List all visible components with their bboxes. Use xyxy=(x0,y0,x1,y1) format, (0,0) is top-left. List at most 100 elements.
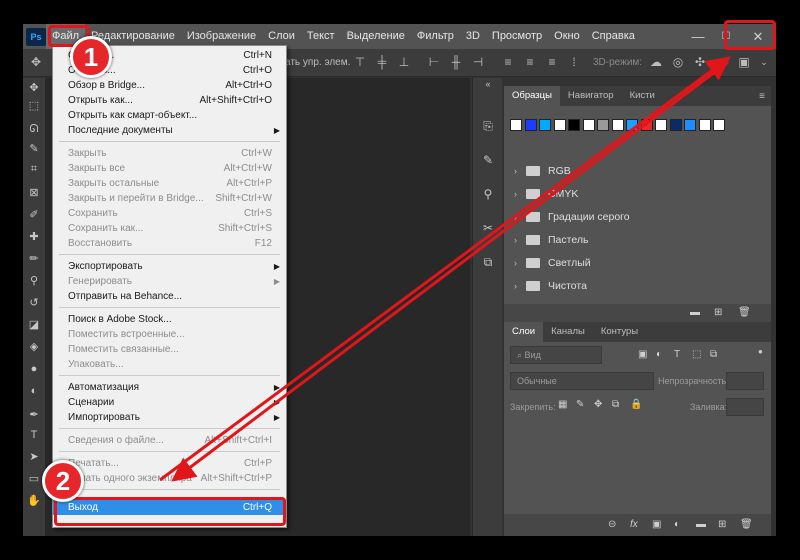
swatch-group-light[interactable]: › Светлый xyxy=(514,254,591,272)
opacity-field[interactable] xyxy=(726,372,764,390)
move-tool-icon[interactable]: ✥ xyxy=(29,55,43,69)
new-group-icon[interactable]: ▬ xyxy=(696,519,706,530)
quick-select-tool[interactable]: ✎ xyxy=(27,142,41,156)
paint-bucket-tool[interactable]: ◈ xyxy=(27,340,41,354)
align-middle-icon[interactable]: ╪ xyxy=(375,55,389,69)
filter-adjustment-icon[interactable]: ◐ xyxy=(656,349,662,360)
file-menu-item[interactable]: Последние документы ▶ xyxy=(53,123,286,138)
file-menu-item[interactable]: Отправить на Behance... xyxy=(53,289,286,304)
move-tool[interactable]: ✥ xyxy=(27,81,41,95)
lock-pixels-icon[interactable]: ✎ xyxy=(576,399,584,410)
properties-panel-icon[interactable]: ⧉ xyxy=(480,254,496,270)
shape-tool[interactable]: ▭ xyxy=(27,472,41,486)
swatch-group-cmyk[interactable]: › CMYK xyxy=(514,185,578,203)
brush-tool[interactable]: ✏ xyxy=(27,252,41,266)
swatch-group-pastel[interactable]: › Пастель xyxy=(514,231,588,249)
tab-brushes[interactable]: Кисти xyxy=(622,86,663,106)
distribute-bottom-icon[interactable]: ≡ xyxy=(545,55,559,69)
color-swatch[interactable] xyxy=(510,119,522,131)
file-menu-item[interactable]: Поиск в Adobe Stock... xyxy=(53,312,286,327)
search-icon[interactable]: ⌕ xyxy=(715,55,729,69)
filter-smart-icon[interactable]: ⧉ xyxy=(710,349,717,360)
menu-filter[interactable]: Фильтр xyxy=(411,24,460,49)
align-top-icon[interactable]: ⊤ xyxy=(353,55,367,69)
brush-settings-icon[interactable]: ✎ xyxy=(480,152,496,168)
file-menu-item[interactable]: Импортировать ▶ xyxy=(53,410,286,425)
collapse-icon[interactable]: « xyxy=(480,76,496,92)
minimize-button[interactable]: — xyxy=(684,24,712,49)
eraser-tool[interactable]: ◪ xyxy=(27,318,41,332)
trash-icon[interactable]: 🗑 xyxy=(740,519,753,530)
link-layers-icon[interactable]: ⊝ xyxy=(608,519,616,530)
distribute-top-icon[interactable]: ≡ xyxy=(501,55,515,69)
file-menu-item[interactable]: Открыть как... Alt+Shift+Ctrl+O xyxy=(53,93,286,108)
color-swatch[interactable] xyxy=(582,119,595,131)
workspace-icon[interactable]: ▣ xyxy=(737,55,751,69)
distribute-middle-icon[interactable]: ≡ xyxy=(523,55,537,69)
adjustment-layer-icon[interactable]: ◐ xyxy=(674,519,680,530)
dodge-tool[interactable]: ◐ xyxy=(27,384,41,398)
distribute-spacing-icon[interactable]: ⁞ xyxy=(567,55,581,69)
lasso-tool[interactable]: ᘏ xyxy=(27,122,41,136)
panel-menu-icon[interactable]: ≡ xyxy=(759,91,765,102)
swatch-group-grayscale[interactable]: › Градации серого xyxy=(514,208,630,226)
blur-tool[interactable]: ● xyxy=(27,362,41,376)
crop-tool[interactable]: ⌗ xyxy=(27,162,41,176)
swatch-group-rgb[interactable]: › RGB xyxy=(514,162,571,180)
3d-pan-icon[interactable]: ✣ xyxy=(693,55,707,69)
clone-stamp-tool[interactable]: ⚲ xyxy=(27,274,41,288)
type-tool[interactable]: T xyxy=(27,428,41,442)
layer-style-icon[interactable]: fx xyxy=(630,519,638,530)
layer-kind-filter[interactable]: ⌕ Вид xyxy=(510,346,602,364)
tab-layers[interactable]: Слои xyxy=(504,322,544,342)
filter-type-icon[interactable]: T xyxy=(674,349,680,360)
lock-position-icon[interactable]: ✥ xyxy=(594,399,602,410)
layer-mask-icon[interactable]: ▣ xyxy=(652,519,661,530)
history-brush-tool[interactable]: ↺ xyxy=(27,296,41,310)
color-swatch[interactable] xyxy=(698,119,711,131)
tab-paths[interactable]: Контуры xyxy=(593,322,646,342)
swatch-group-pure[interactable]: › Чистота xyxy=(514,277,587,295)
file-menu-item[interactable]: Открыть как смарт-объект... xyxy=(53,108,286,123)
frame-tool[interactable]: ⊠ xyxy=(27,186,41,200)
tab-navigator[interactable]: Навигатор xyxy=(560,86,622,106)
color-swatch[interactable] xyxy=(611,119,624,131)
align-right-icon[interactable]: ⊣ xyxy=(471,55,485,69)
color-swatch[interactable] xyxy=(539,119,551,131)
pen-tool[interactable]: ✒ xyxy=(27,408,41,422)
show-controls-label[interactable]: ать упр. элем. xyxy=(285,57,350,68)
color-swatch[interactable] xyxy=(553,119,566,131)
tab-swatches[interactable]: Образцы xyxy=(504,86,560,106)
lock-transparency-icon[interactable]: ▦ xyxy=(558,399,567,410)
file-menu-item[interactable]: Сценарии ▶ xyxy=(53,395,286,410)
menu-help[interactable]: Справка xyxy=(586,24,641,49)
blend-mode-select[interactable]: Обычные xyxy=(510,372,654,390)
align-bottom-icon[interactable]: ⊥ xyxy=(397,55,411,69)
healing-brush-tool[interactable]: ✚ xyxy=(27,230,41,244)
tool-presets-icon[interactable]: ✂ xyxy=(480,220,496,236)
new-layer-icon[interactable]: ⊞ xyxy=(718,519,726,530)
filter-pixel-icon[interactable]: ▣ xyxy=(638,349,647,360)
menu-view[interactable]: Просмотр xyxy=(486,24,548,49)
chevron-down-icon[interactable]: ⌄ xyxy=(757,55,771,69)
3d-roll-icon[interactable]: ◎ xyxy=(671,55,685,69)
3d-orbit-icon[interactable]: ☁ xyxy=(649,55,663,69)
clone-source-icon[interactable]: ⚲ xyxy=(480,186,496,202)
color-swatch[interactable] xyxy=(684,119,696,131)
menu-type[interactable]: Текст xyxy=(301,24,341,49)
align-left-icon[interactable]: ⊢ xyxy=(427,55,441,69)
eyedropper-tool[interactable]: ✐ xyxy=(27,208,41,222)
menu-window[interactable]: Окно xyxy=(548,24,586,49)
history-panel-icon[interactable]: ⎘ xyxy=(480,118,496,134)
file-menu-item[interactable]: Обзор в Bridge... Alt+Ctrl+O xyxy=(53,78,286,93)
marquee-tool[interactable]: ⬚ xyxy=(27,99,41,113)
lock-artboard-icon[interactable]: ⧉ xyxy=(612,399,619,410)
tab-channels[interactable]: Каналы xyxy=(543,322,593,342)
fill-field[interactable] xyxy=(726,398,764,416)
filter-toggle-icon[interactable]: ● xyxy=(758,347,763,356)
color-swatch[interactable] xyxy=(568,119,580,131)
color-swatch[interactable] xyxy=(626,119,638,131)
color-swatch[interactable] xyxy=(669,119,682,131)
file-menu-item[interactable]: Автоматизация ▶ xyxy=(53,380,286,395)
path-select-tool[interactable]: ➤ xyxy=(27,450,41,464)
